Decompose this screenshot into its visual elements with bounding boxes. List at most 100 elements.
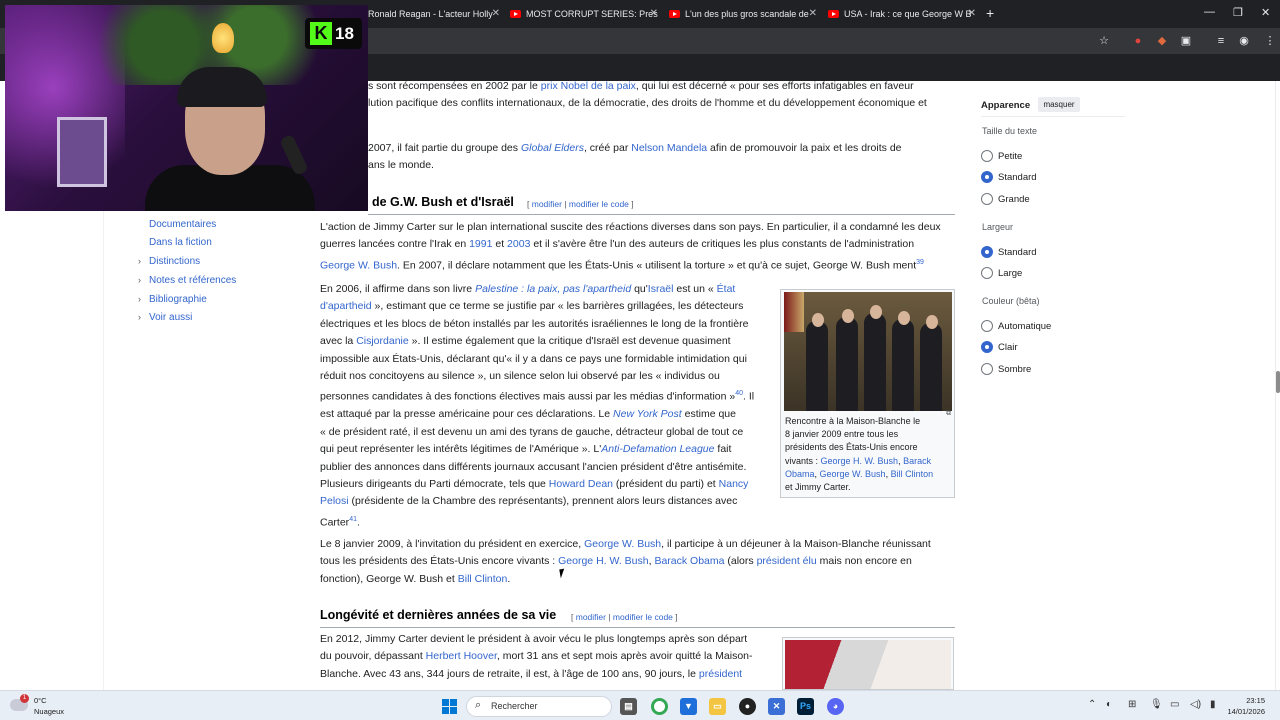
- microphone-icon[interactable]: 🎙: [1150, 699, 1163, 710]
- link-george-w-bush[interactable]: George W. Bush: [584, 538, 661, 550]
- browser-tab-3[interactable]: L'un des plus gros scandale de ✕: [667, 4, 817, 24]
- radio-text-size-large[interactable]: [981, 193, 993, 205]
- edit-code-link[interactable]: modifier le code: [613, 612, 673, 622]
- figure-carter-portrait: [782, 637, 954, 690]
- link-2003[interactable]: 2003: [507, 238, 530, 250]
- link-nancy-pelosi[interactable]: Nancy: [719, 478, 749, 490]
- radio-width-standard[interactable]: [981, 246, 993, 258]
- chevron-right-icon[interactable]: ›: [138, 312, 141, 322]
- extension-icon[interactable]: ●: [1132, 35, 1144, 47]
- close-window-button[interactable]: ✕: [1261, 6, 1270, 19]
- edit-link[interactable]: modifier: [532, 199, 562, 209]
- link-book[interactable]: Palestine : la paix, pas l'apartheid: [475, 283, 631, 295]
- scrollbar-thumb[interactable]: [1276, 371, 1280, 393]
- link-barack-obama[interactable]: Barack Obama: [654, 555, 724, 567]
- clock-time[interactable]: 23:15: [1225, 696, 1265, 705]
- radio-text-size-standard[interactable]: [981, 171, 993, 183]
- task-view-icon[interactable]: ▤: [620, 698, 637, 715]
- close-tab-icon[interactable]: ✕: [968, 4, 976, 24]
- carter-photo[interactable]: [785, 640, 951, 689]
- close-tab-icon[interactable]: ✕: [650, 4, 658, 24]
- menu-kebab-icon[interactable]: ⋮: [1264, 35, 1276, 47]
- link-mandela[interactable]: Nelson Mandela: [631, 142, 707, 154]
- tray-chevron-icon[interactable]: ⌃: [1088, 699, 1096, 710]
- radio-color-light[interactable]: [981, 341, 993, 353]
- weather-description[interactable]: Nuageux: [34, 707, 64, 716]
- reference-39[interactable]: 39: [916, 259, 924, 266]
- discord-icon[interactable]: ◕: [827, 698, 844, 715]
- chevron-right-icon[interactable]: ›: [138, 294, 141, 304]
- close-tab-icon[interactable]: ✕: [809, 4, 817, 24]
- link-president[interactable]: président: [699, 668, 742, 680]
- obs-icon[interactable]: ●: [739, 698, 756, 715]
- tray-app-icon[interactable]: ⊞: [1128, 699, 1136, 710]
- weather-temperature[interactable]: 0°C: [34, 696, 47, 705]
- link-adl[interactable]: Anti-Defamation League: [601, 443, 714, 455]
- link-president-elu[interactable]: président élu: [757, 555, 817, 567]
- maximize-button[interactable]: ❐: [1233, 6, 1243, 19]
- link-nobel[interactable]: prix Nobel de la paix: [541, 80, 636, 92]
- link-1991[interactable]: 1991: [469, 238, 492, 250]
- windows-start-icon[interactable]: [442, 699, 457, 714]
- chevron-right-icon[interactable]: ›: [138, 256, 141, 266]
- edit-code-link[interactable]: modifier le code: [569, 199, 629, 209]
- volume-icon[interactable]: ◁): [1190, 699, 1201, 710]
- radio-width-large[interactable]: [981, 267, 993, 279]
- link-bill-clinton[interactable]: Bill Clinton: [891, 469, 934, 479]
- minimize-button[interactable]: —: [1204, 6, 1215, 18]
- toc-item-distinctions[interactable]: Distinctions: [149, 256, 200, 267]
- link-barack-obama[interactable]: Obama: [785, 469, 815, 479]
- link-bill-clinton[interactable]: Bill Clinton: [458, 573, 508, 585]
- link-george-w-bush[interactable]: George W. Bush: [820, 469, 886, 479]
- new-tab-button[interactable]: +: [986, 4, 994, 22]
- link-etat-apartheid[interactable]: État: [717, 283, 736, 295]
- photoshop-icon[interactable]: Ps: [797, 698, 814, 715]
- taskbar-search-input[interactable]: ⌕ Rechercher: [466, 696, 612, 717]
- battery-icon[interactable]: ▮: [1210, 699, 1216, 710]
- reference-41[interactable]: 41: [349, 516, 357, 523]
- bookmark-star-icon[interactable]: ☆: [1098, 35, 1110, 47]
- browser-tab-1[interactable]: Ronald Reagan - L'acteur Holly ✕: [350, 4, 500, 24]
- link-etat-apartheid[interactable]: d'apartheid: [320, 300, 372, 312]
- toc-item-voir-aussi[interactable]: Voir aussi: [149, 312, 192, 323]
- toc-item-fiction[interactable]: Dans la fiction: [149, 237, 212, 248]
- extensions-puzzle-icon[interactable]: ▣: [1180, 35, 1192, 47]
- link-howard-dean[interactable]: Howard Dean: [549, 478, 613, 490]
- link-george-w-bush[interactable]: George W. Bush: [320, 259, 397, 271]
- browser-tab-4[interactable]: USA - Irak : ce que George W B ✕: [826, 4, 976, 24]
- link-new-york-post[interactable]: New York Post: [613, 408, 682, 420]
- link-george-hw-bush[interactable]: George H. W. Bush: [558, 555, 648, 567]
- link-barack-obama[interactable]: Barack: [903, 456, 931, 466]
- browser-tab-2[interactable]: MOST CORRUPT SERIES: Presid ✕: [508, 4, 658, 24]
- radio-color-dark[interactable]: [981, 363, 993, 375]
- close-tab-icon[interactable]: ✕: [492, 4, 500, 24]
- profile-avatar-icon[interactable]: ◉: [1238, 35, 1250, 47]
- link-nancy-pelosi[interactable]: Pelosi: [320, 495, 349, 507]
- presidents-photo[interactable]: [784, 292, 952, 411]
- vpn-app-icon[interactable]: ▼: [680, 698, 697, 715]
- kick-badge: K 18: [305, 18, 362, 49]
- appearance-title: Apparence: [981, 100, 1031, 111]
- toc-item-bibliographie[interactable]: Bibliographie: [149, 294, 207, 305]
- radio-color-auto[interactable]: [981, 320, 993, 332]
- reference-40[interactable]: 40: [735, 390, 743, 397]
- link-cisjordanie[interactable]: Cisjordanie: [356, 335, 409, 347]
- hide-appearance-button[interactable]: masquer: [1038, 97, 1080, 112]
- edit-link[interactable]: modifier: [576, 612, 606, 622]
- link-israel[interactable]: Israël: [648, 283, 674, 295]
- chevron-right-icon[interactable]: ›: [138, 275, 141, 285]
- link-global-elders[interactable]: Global Elders: [521, 142, 584, 154]
- toc-item-documentaires[interactable]: Documentaires: [149, 219, 216, 230]
- file-explorer-icon[interactable]: ▭: [709, 698, 726, 715]
- app-icon[interactable]: ✕: [768, 698, 785, 715]
- extension-icon[interactable]: ◆: [1156, 35, 1168, 47]
- radio-text-size-small[interactable]: [981, 150, 993, 162]
- link-george-hw-bush[interactable]: George H. W. Bush: [821, 456, 899, 466]
- media-controls-icon[interactable]: ≡: [1215, 35, 1227, 47]
- link-herbert-hoover[interactable]: Herbert Hoover: [426, 650, 497, 662]
- tray-app-icon[interactable]: ◐: [1106, 699, 1112, 710]
- clock-date[interactable]: 14/01/2026: [1225, 707, 1265, 716]
- network-icon[interactable]: ▭: [1170, 699, 1179, 710]
- toc-item-notes[interactable]: Notes et références: [149, 275, 236, 286]
- chrome-icon[interactable]: [651, 698, 668, 715]
